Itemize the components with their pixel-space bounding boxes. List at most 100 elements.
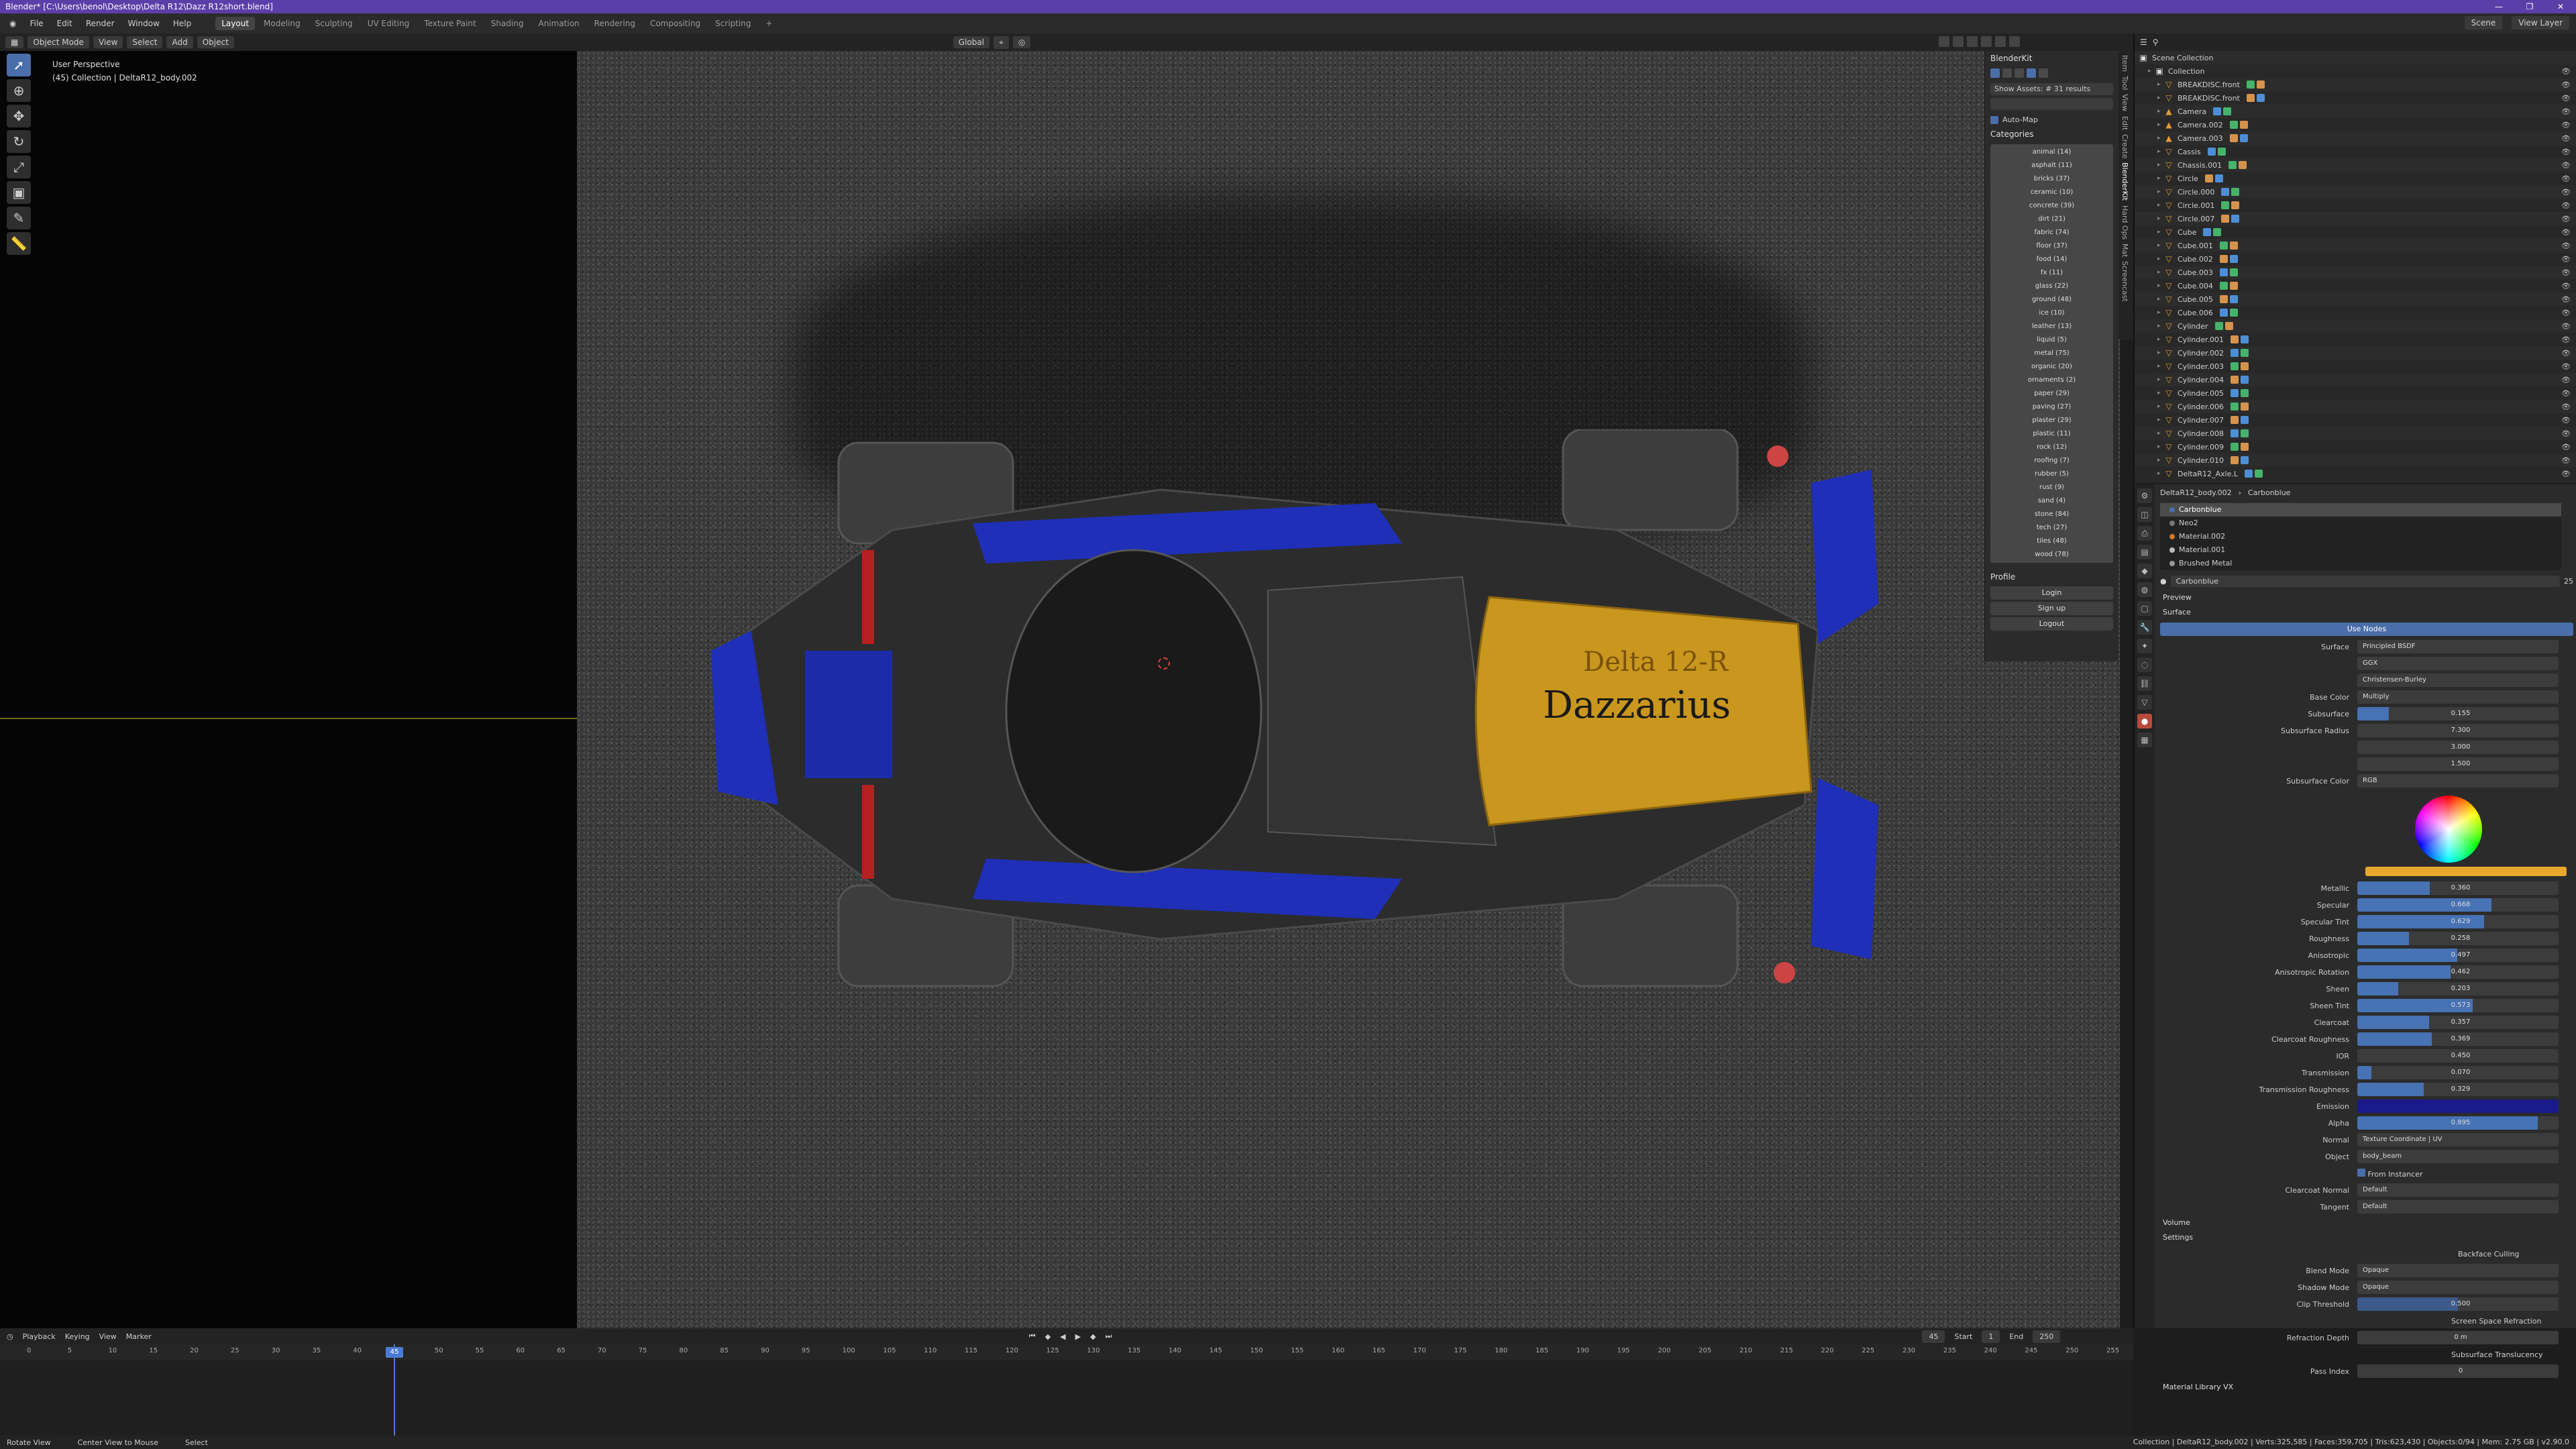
modifier-icon[interactable] [2231,456,2239,464]
view-layer-selector[interactable]: View Layer [2512,16,2569,30]
xray-icon[interactable] [1967,36,1978,47]
category-item[interactable]: dirt (21) [1990,213,2113,226]
expand-arrow-icon[interactable]: ▸ [2157,269,2164,276]
subsurface-radius-z[interactable]: 1.500 [2357,757,2559,771]
outliner-row[interactable]: ▸ ▽ Circle.001 👁 [2135,199,2576,212]
category-item[interactable]: paper (29) [1990,387,2113,400]
modifier-icon[interactable] [2241,443,2249,451]
minimize-button[interactable]: — [2483,0,2514,13]
modifier-icon[interactable] [2246,94,2255,102]
modifier-icon[interactable] [2231,402,2239,411]
distribution-field[interactable]: GGX [2357,657,2559,670]
outliner-row[interactable]: ▸ ▽ Cylinder.004 👁 [2135,373,2576,386]
outliner-row[interactable]: ▸ ▽ Cube.004 👁 [2135,279,2576,292]
modifier-icon[interactable] [2231,389,2239,397]
tab-view[interactable]: View [2121,94,2129,111]
category-item[interactable]: paving (27) [1990,400,2113,414]
modifier-icon[interactable] [2239,134,2248,142]
expand-arrow-icon[interactable]: ▸ [2157,162,2164,168]
modifier-icon[interactable] [2221,188,2230,196]
outliner-filter-icon[interactable]: ⚲ [2153,38,2159,47]
jump-end-icon[interactable]: ⏭ [1106,1332,1112,1341]
tab-item[interactable]: Item [2121,55,2129,72]
modifier-icon[interactable] [2214,322,2223,330]
timeline-ruler[interactable]: 0 5 10 15 20 25 30 35 40 45 50 55 60 65 70 75 80 85 90 95 10… [0,1344,2133,1360]
modifier-icon[interactable] [2231,201,2240,209]
outliner-row[interactable]: ▸ ▽ Cylinder.006 👁 [2135,400,2576,413]
mode-selector[interactable]: Object Mode [28,36,89,48]
modifier-icon[interactable] [2231,429,2239,437]
modifier-icon[interactable] [2219,309,2228,317]
move-tool-icon[interactable]: ✥ [7,105,31,127]
category-item[interactable]: bricks (37) [1990,172,2113,186]
slider-specular-tint[interactable]: 0.629 [2357,915,2559,928]
category-item[interactable]: animal (14) [1990,146,2113,159]
outliner-row[interactable]: ▸ ▽ Circle.007 👁 [2135,212,2576,225]
visibility-eye-icon[interactable]: 👁 [2561,295,2571,304]
texture-props-icon[interactable]: ▦ [2137,733,2152,747]
base-color-field[interactable]: Multiply [2357,690,2559,704]
modifier-icon[interactable] [2224,322,2233,330]
expand-arrow-icon[interactable]: ▸ [2157,81,2164,88]
expand-arrow-icon[interactable]: ▸ [2157,443,2164,450]
category-item[interactable]: wood (78) [1990,548,2113,561]
select-menu[interactable]: Select [127,36,163,48]
category-item[interactable]: ice (10) [1990,307,2113,320]
category-item[interactable]: leather (13) [1990,320,2113,333]
measure-tool-icon[interactable]: 📏 [7,232,31,255]
visibility-eye-icon[interactable]: 👁 [2561,268,2571,277]
add-workspace-button[interactable]: + [760,17,779,30]
particles-props-icon[interactable]: ✦ [2137,639,2152,653]
scene-asset-icon[interactable] [2002,68,2012,78]
tab-mat[interactable]: Mat [2121,244,2129,258]
tab-tool[interactable]: Tool [2121,76,2129,90]
slider-roughness[interactable]: 0.258 [2357,932,2559,945]
outliner-row[interactable]: ▸ ▽ Cylinder.001 👁 [2135,333,2576,346]
expand-arrow-icon[interactable]: ▸ [2157,215,2164,222]
expand-arrow-icon[interactable]: ▸ [2157,417,2164,423]
slider-ior[interactable]: 0.450 [2357,1049,2559,1063]
view-layer-props-icon[interactable]: ▤ [2137,545,2152,559]
modifier-icon[interactable] [2239,161,2247,169]
automap-checkbox[interactable]: Auto-Map [1985,113,2118,127]
menu-file[interactable]: File [24,17,48,30]
modifier-icon[interactable] [2254,470,2263,478]
keying-menu[interactable]: Keying [65,1332,90,1341]
outliner-row[interactable]: ▸ ▽ Cassis 👁 [2135,145,2576,158]
start-frame-field[interactable]: 1 [1982,1330,2000,1343]
modifier-icon[interactable] [2214,174,2223,182]
outliner-row[interactable]: ▸ ▽ Cube.002 👁 [2135,252,2576,266]
visibility-eye-icon[interactable]: 👁 [2561,443,2571,451]
timeline-editor-icon[interactable]: ◷ [7,1332,13,1341]
refraction-depth-field[interactable]: 0 m [2357,1331,2559,1344]
editor-type-icon[interactable]: ▦ [5,36,24,48]
blenderkit-search-input[interactable] [1990,98,2113,110]
slider-emission[interactable] [2357,1099,2559,1113]
category-item[interactable]: fx (11) [1990,266,2113,280]
expand-arrow-icon[interactable]: ▸ [2157,175,2164,182]
expand-arrow-icon[interactable]: ▸ [2157,457,2164,464]
modifier-icon[interactable] [2241,389,2249,397]
expand-arrow-icon[interactable]: ▸ [2157,121,2164,128]
modifier-icon[interactable] [2223,107,2232,115]
modifier-icon[interactable] [2221,215,2230,223]
material-name-field[interactable]: Carbonblue [2170,575,2560,587]
expand-arrow-icon[interactable]: ▸ [2157,376,2164,383]
shading-material-icon[interactable] [1995,36,2006,47]
category-item[interactable]: organic (20) [1990,360,2113,374]
tab-create[interactable]: Create [2121,134,2129,159]
expand-arrow-icon[interactable]: ▸ [2157,189,2164,195]
modifier-icon[interactable] [2241,416,2249,424]
tab-scripting[interactable]: Scripting [709,17,757,30]
tab-edit[interactable]: Edit [2121,116,2129,130]
data-props-icon[interactable]: ▽ [2137,695,2152,710]
material-slot[interactable]: Neo2 [2160,517,2561,530]
tab-blenderkit[interactable]: BlenderKit [2121,162,2129,201]
color-wheel[interactable] [2415,796,2482,863]
visibility-eye-icon[interactable]: 👁 [2561,228,2571,237]
visibility-eye-icon[interactable]: 👁 [2561,470,2571,478]
category-item[interactable]: fabric (74) [1990,226,2113,239]
modifier-icon[interactable] [2219,241,2228,250]
add-menu[interactable]: Add [166,36,193,48]
modifier-icon[interactable] [2231,376,2239,384]
